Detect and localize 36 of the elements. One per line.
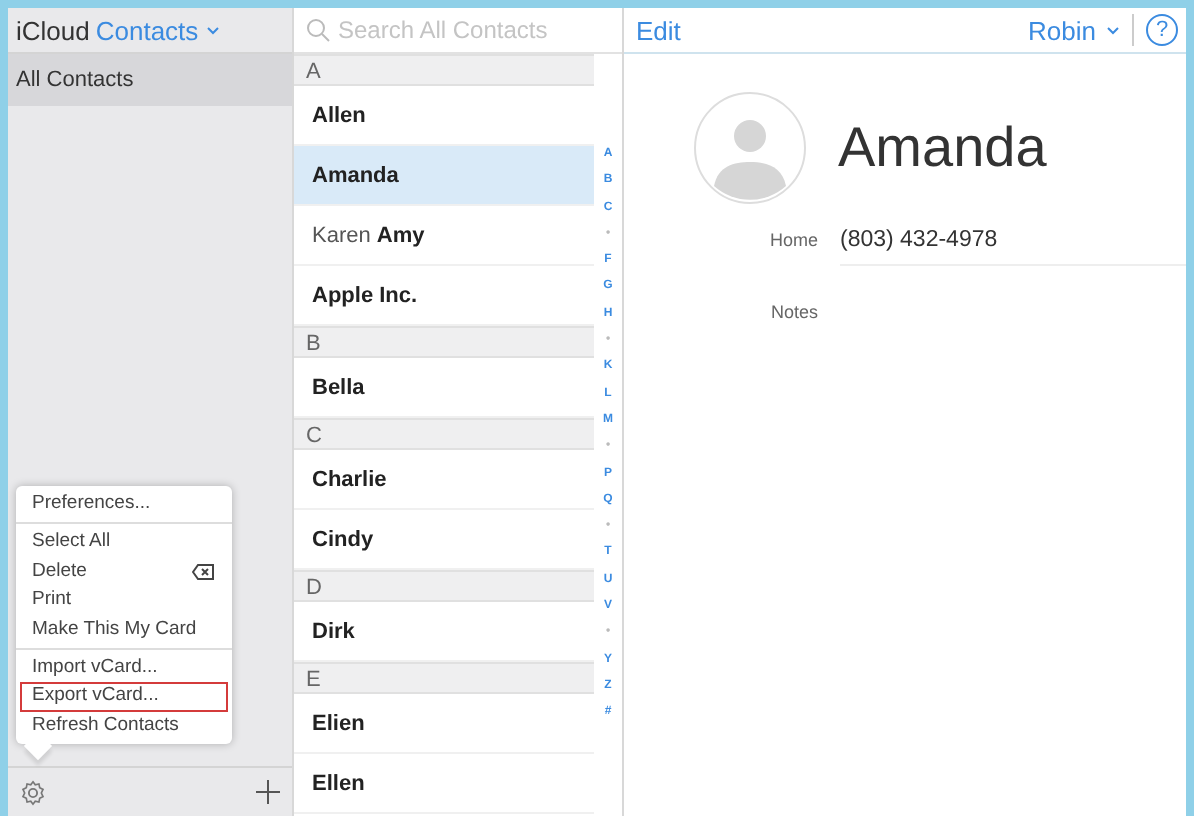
contact-row[interactable]: Elien (294, 694, 594, 754)
section-header: E (294, 662, 594, 694)
avatar-icon (694, 92, 806, 204)
app-switcher[interactable]: Contacts (95, 15, 221, 45)
field-value: (803) 432-4978 (840, 215, 1186, 265)
user-menu[interactable]: Robin (1028, 15, 1120, 45)
menu-item[interactable]: Delete (20, 557, 228, 587)
field-label: Home (767, 230, 818, 250)
menu-item[interactable]: Make This My Card (20, 615, 228, 644)
contact-row[interactable]: Amanda (294, 146, 594, 206)
section-header: B (294, 326, 594, 358)
backspace-icon (192, 563, 214, 580)
search-icon (306, 18, 330, 42)
group-item[interactable]: All Contacts (8, 54, 292, 106)
contact-row[interactable]: Ellen (294, 754, 594, 814)
add-icon[interactable] (256, 780, 280, 804)
contact-row[interactable]: Karen Amy (294, 206, 594, 266)
section-header: C (294, 418, 594, 450)
menu-item[interactable]: Refresh Contacts (20, 711, 228, 741)
settings-icon[interactable] (20, 779, 46, 805)
field-label: Notes (768, 302, 818, 322)
menu-item[interactable]: Export vCard... (20, 682, 228, 712)
contact-name: Amanda (838, 116, 1047, 180)
menu-item[interactable]: Print (20, 586, 228, 616)
menu-item[interactable]: Select All (20, 528, 228, 558)
chevron-down-icon (1106, 25, 1120, 35)
brand-title: iCloud (16, 15, 90, 45)
section-header: D (294, 570, 594, 602)
chevron-down-icon (206, 25, 221, 35)
search-field[interactable]: Search All Contacts (338, 16, 608, 44)
menu-item[interactable]: Preferences... (20, 490, 228, 519)
menu-item[interactable]: Import vCard... (20, 653, 228, 683)
edit-link[interactable]: Edit (636, 15, 681, 45)
contact-row[interactable]: Charlie (294, 450, 594, 510)
section-header: A (294, 54, 594, 86)
help-button[interactable]: ? (1146, 14, 1178, 46)
